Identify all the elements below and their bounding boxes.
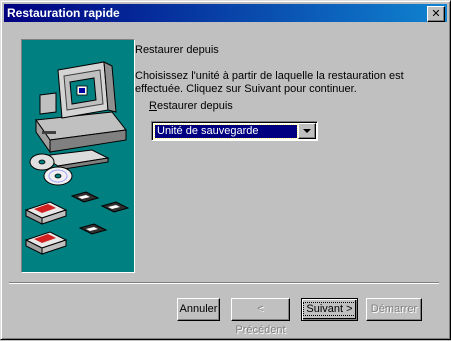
next-button[interactable]: Suivant >	[301, 298, 358, 321]
computer-icon	[35, 61, 127, 171]
section-heading: Restaurer depuis	[135, 44, 219, 56]
field-label-rest: estaurer depuis	[156, 100, 233, 112]
dropdown-selected-value: Unité de sauvegarde	[154, 124, 298, 139]
window-title: Restauration rapide	[7, 6, 120, 20]
restore-from-label: Restaurer depuis	[149, 100, 233, 112]
start-button[interactable]: Démarrer	[366, 298, 422, 321]
illustration	[24, 61, 130, 255]
instructions-text: Choisissez l'unité à partir de laquelle …	[135, 70, 404, 95]
cancel-button[interactable]: Annuler	[177, 298, 220, 321]
tape-cartridge-icon	[24, 201, 68, 255]
footer-separator	[9, 282, 439, 284]
title-bar[interactable]: Restauration rapide ✕	[4, 4, 447, 22]
dialog-window: Restauration rapide ✕ Restaurer depuis C…	[0, 0, 451, 340]
illustration-panel	[21, 39, 135, 273]
accelerator-key: R	[149, 100, 157, 112]
floppy-disk-icon	[70, 191, 130, 235]
next-button-label: Suivant >	[303, 302, 356, 316]
chevron-down-icon[interactable]	[298, 123, 316, 139]
previous-button[interactable]: < Précédent	[231, 298, 290, 336]
restore-source-dropdown[interactable]: Unité de sauvegarde	[151, 121, 318, 141]
close-button[interactable]: ✕	[427, 6, 445, 22]
